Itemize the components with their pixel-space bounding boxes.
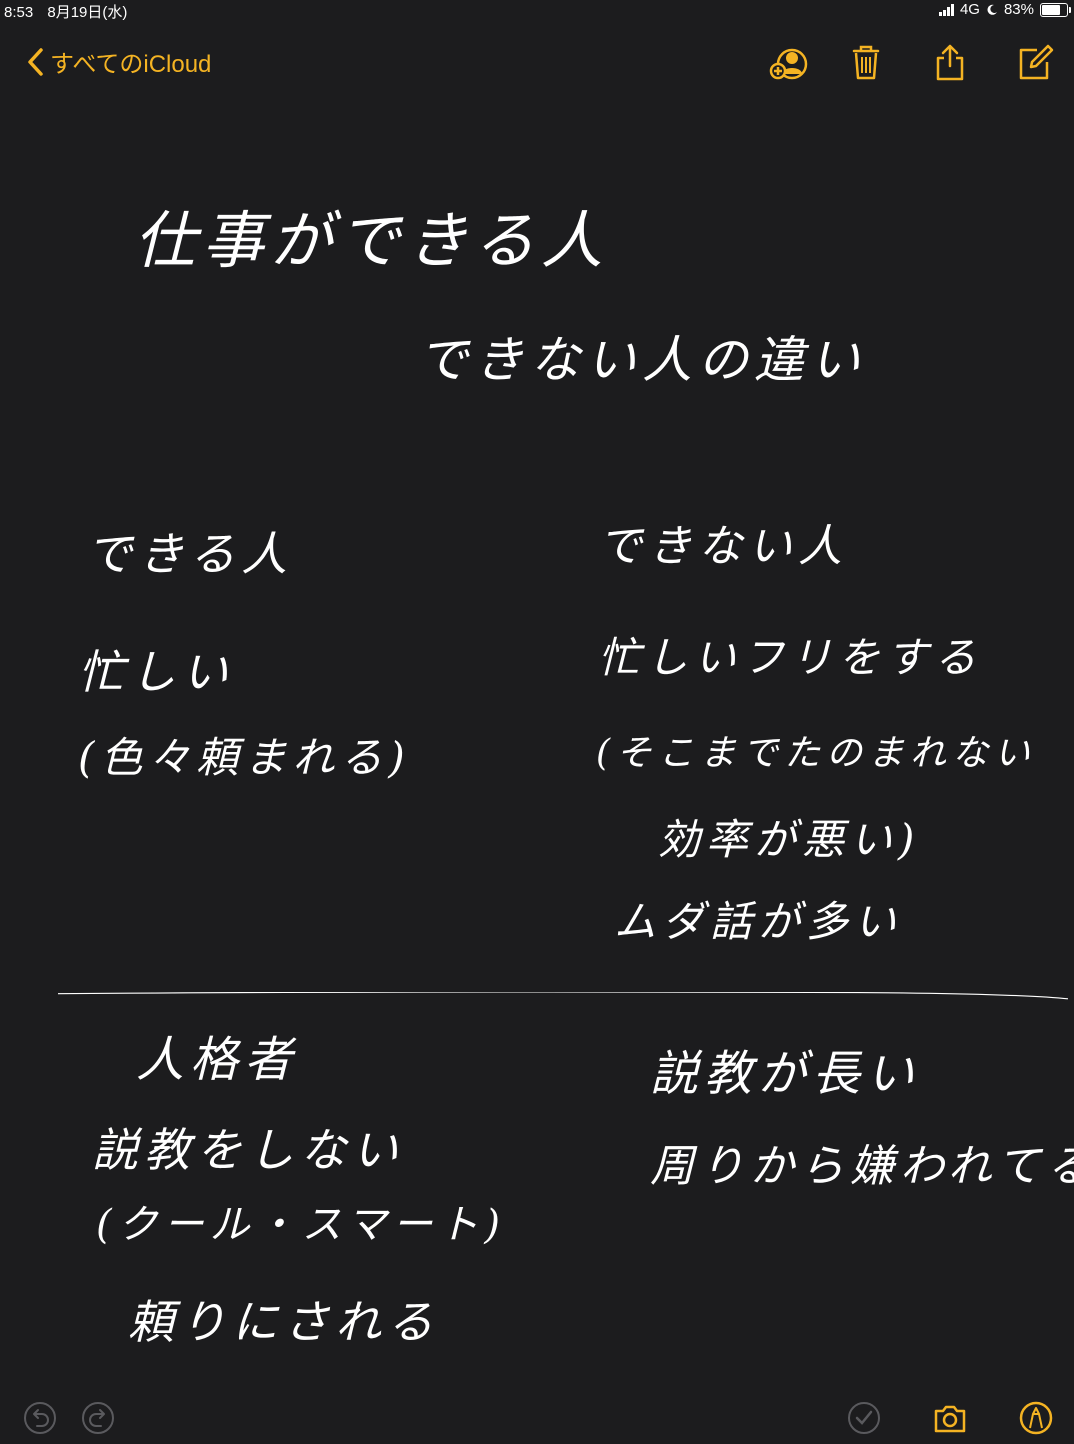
- note-title-line-2: できない人の違い: [418, 331, 866, 389]
- compose-icon[interactable]: [1015, 42, 1055, 82]
- bottom-toolbar: [0, 1396, 1074, 1444]
- cellular-signal-icon: [938, 3, 954, 16]
- back-button-label: すべてのiCloud: [50, 51, 212, 78]
- add-person-icon[interactable]: [768, 42, 808, 82]
- camera-icon[interactable]: [932, 1400, 968, 1436]
- network-type: 4G: [959, 1, 980, 18]
- markup-pen-icon[interactable]: [1018, 1400, 1054, 1436]
- right-column-line: 効率が悪い): [658, 815, 921, 864]
- lower-left-heading: 人格者: [136, 1032, 299, 1088]
- note-canvas[interactable]: 仕事ができる人 できない人の違い できる人 忙しい (色々頼まれる) できない人…: [0, 90, 1074, 1390]
- nav-bar: すべてのiCloud: [0, 36, 1074, 86]
- left-column-heading: できる人: [86, 527, 294, 581]
- moon-icon: [987, 4, 997, 15]
- back-button[interactable]: すべてのiCloud: [26, 44, 211, 79]
- handwritten-divider: [58, 992, 1068, 1000]
- status-bar: 8:53 8月19日(水) 4G 83%: [0, 0, 1074, 22]
- lower-left-line: 頼りにされる: [128, 1295, 440, 1349]
- right-column-line: ムダ話が多い: [614, 897, 903, 946]
- undo-icon[interactable]: [22, 1400, 58, 1436]
- redo-icon[interactable]: [80, 1400, 116, 1436]
- chevron-left-icon: [28, 47, 43, 76]
- right-column-line: 忙しいフリをする: [598, 633, 983, 682]
- share-icon[interactable]: [930, 42, 970, 82]
- status-time: 8:53: [4, 4, 34, 21]
- lower-right-line: 説教が長い: [650, 1046, 921, 1102]
- right-column-line: (そこまでたのまれない: [596, 733, 1037, 774]
- status-date: 8月19日(水): [47, 4, 128, 21]
- left-column-line: 忙しい: [78, 645, 234, 699]
- battery-icon: [1040, 2, 1071, 17]
- lower-right-line: 周りから嫌われてる: [650, 1141, 1074, 1192]
- lower-left-line: 説教をしない: [92, 1123, 404, 1177]
- note-title-line-1: 仕事ができる人: [134, 204, 609, 277]
- left-column-line: (色々頼まれる): [78, 733, 411, 782]
- right-column-heading: できない人: [598, 521, 848, 572]
- trash-icon[interactable]: [846, 42, 886, 82]
- lower-left-line: (クール・スマート): [96, 1202, 507, 1248]
- checklist-icon[interactable]: [846, 1400, 882, 1436]
- battery-percent: 83%: [1003, 1, 1034, 18]
